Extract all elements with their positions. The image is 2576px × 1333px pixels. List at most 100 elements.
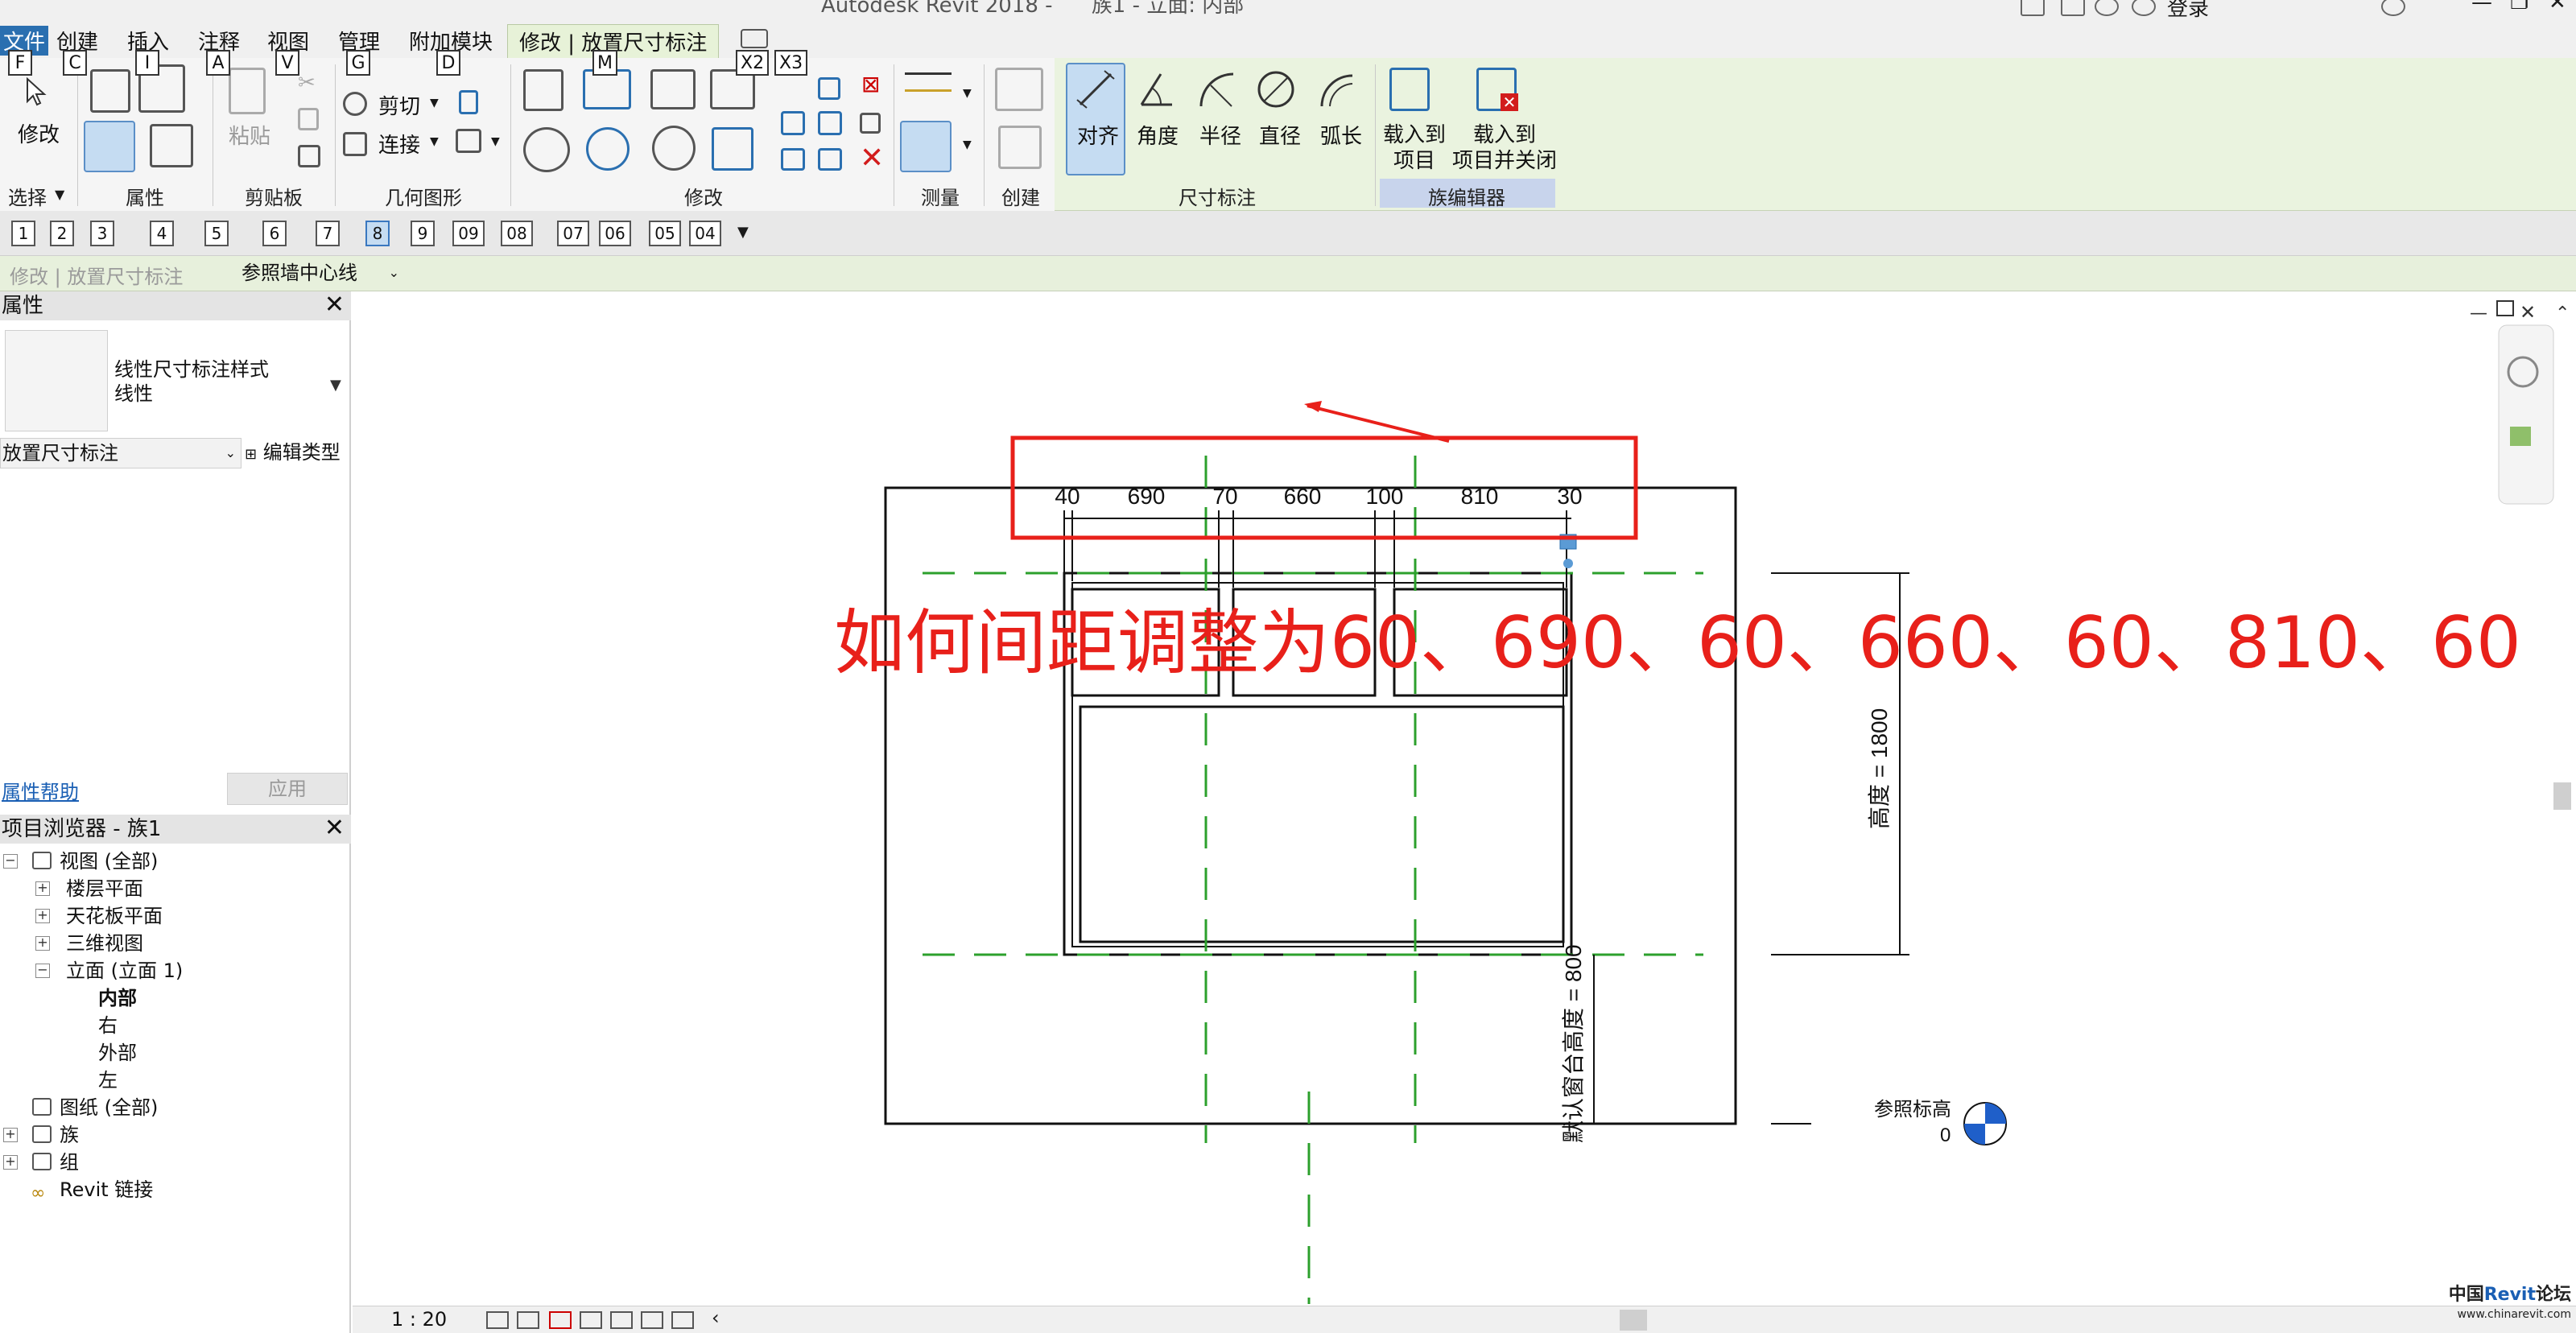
extend-icon[interactable] (818, 148, 842, 171)
qat-keytip-05[interactable]: 05 (649, 221, 681, 246)
pin-icon[interactable]: ⊠ (861, 71, 880, 97)
maximize-icon[interactable]: ❐ (2510, 0, 2529, 14)
tree-item-ceiling-plans[interactable]: 天花板平面 (66, 903, 163, 929)
help-icon[interactable] (2381, 0, 2405, 16)
qat-keytip-1[interactable]: 1 (11, 221, 35, 246)
help-globe-icon[interactable] (2061, 0, 2085, 16)
chevron-down-icon[interactable]: ▼ (330, 377, 341, 394)
instance-filter-select[interactable]: 放置尺寸标注 ⌄ (0, 438, 242, 468)
qat-customize-icon[interactable]: ▼ (737, 224, 749, 241)
paste-button[interactable]: 粘贴 (229, 124, 270, 150)
signin-label[interactable]: 登录 (2167, 0, 2209, 22)
expand-icon[interactable]: + (35, 936, 50, 951)
collapse-icon[interactable]: − (3, 854, 18, 869)
hide-isolate-icon[interactable] (671, 1311, 694, 1329)
tree-item-3d-views[interactable]: 三维视图 (66, 931, 143, 956)
angular-dimension-button[interactable]: 角度 (1137, 124, 1179, 150)
join-geometry-button[interactable]: 连接 (378, 129, 420, 159)
apply-button[interactable]: 应用 (227, 773, 348, 805)
context-menu-icon[interactable] (741, 29, 768, 48)
angular-dimension-icon[interactable] (1137, 69, 1177, 109)
qat-keytip-3[interactable]: 3 (90, 221, 114, 246)
tree-item-revit-links[interactable]: Revit 链接 (60, 1177, 153, 1203)
qat-keytip-6[interactable]: 6 (262, 221, 287, 246)
horizontal-scrollbar-thumb[interactable] (1620, 1310, 1647, 1331)
qat-keytip-8[interactable]: 8 (365, 221, 390, 246)
crop-view-icon[interactable] (610, 1311, 633, 1329)
tree-item-sheets[interactable]: 图纸 (全部) (60, 1095, 158, 1120)
chevron-left-icon[interactable]: ‹ (712, 1306, 720, 1329)
collapse-icon[interactable]: − (35, 964, 50, 978)
copy-element-icon[interactable] (586, 127, 630, 171)
search-icon[interactable] (2021, 0, 2045, 16)
qat-keytip-5[interactable]: 5 (204, 221, 229, 246)
qat-keytip-2[interactable]: 2 (50, 221, 74, 246)
delete-icon[interactable]: ✕ (860, 142, 884, 175)
qat-keytip-08[interactable]: 08 (501, 221, 533, 246)
close-icon[interactable]: ✕ (324, 291, 345, 319)
cut-geometry-icon[interactable] (343, 92, 367, 116)
modify-button[interactable]: 修改 (18, 122, 60, 148)
cursor-icon[interactable] (24, 76, 48, 106)
expand-icon[interactable]: + (3, 1155, 18, 1170)
paste-icon[interactable] (229, 68, 266, 114)
move-icon[interactable] (523, 127, 570, 172)
load-into-project-button[interactable]: 载入到 项目 (1383, 122, 1446, 174)
chevron-down-icon[interactable]: ▼ (430, 97, 439, 109)
load-and-close-button[interactable]: 载入到 项目并关闭 (1452, 122, 1557, 174)
qat-keytip-06[interactable]: 06 (599, 221, 631, 246)
trim-extend-icon[interactable] (712, 127, 753, 171)
shadows-icon[interactable] (580, 1311, 602, 1329)
measure-dimension-icon[interactable] (900, 121, 952, 172)
properties-help-link[interactable]: 属性帮助 (2, 776, 79, 804)
create-similar-icon[interactable] (998, 126, 1042, 169)
tree-item-exterior[interactable]: 外部 (98, 1040, 137, 1066)
minimize-icon[interactable]: — (2471, 0, 2492, 14)
split-element-icon[interactable] (818, 77, 840, 100)
tree-item-interior[interactable]: 内部 (98, 985, 137, 1011)
diameter-dimension-icon[interactable] (1256, 69, 1296, 109)
expand-icon[interactable]: + (35, 909, 50, 923)
chevron-down-icon[interactable]: ▼ (55, 187, 64, 202)
chevron-down-icon[interactable]: ▼ (963, 87, 972, 100)
elevation-drawing[interactable]: — ✕ ⌃ 40 690 70 660 100 810 30 高度 = 1800… (353, 291, 2576, 1306)
arc-length-dimension-button[interactable]: 弧长 (1320, 124, 1362, 150)
qat-keytip-07[interactable]: 07 (557, 221, 589, 246)
wall-join-icon[interactable] (459, 90, 478, 114)
mirror-axis-icon[interactable] (650, 69, 696, 109)
tree-item-families[interactable]: 族 (60, 1122, 79, 1148)
trim-multiple-icon[interactable] (781, 148, 805, 171)
qat-keytip-09[interactable]: 09 (452, 221, 485, 246)
qat-keytip-04[interactable]: 04 (689, 221, 721, 246)
copy-icon[interactable] (298, 108, 319, 130)
chevron-down-icon[interactable]: ▼ (963, 138, 972, 151)
user-icon[interactable] (2132, 0, 2156, 16)
diameter-dimension-button[interactable]: 直径 (1259, 124, 1301, 150)
tree-item-left[interactable]: 左 (98, 1067, 118, 1093)
array-icon[interactable] (781, 111, 805, 135)
cut-geometry-button[interactable]: 剪切 (378, 90, 420, 120)
drawing-canvas[interactable]: — ✕ ⌃ 40 690 70 660 100 810 30 高度 = 1800… (353, 291, 2576, 1306)
family-category-icon[interactable] (150, 124, 193, 167)
align-icon[interactable] (523, 69, 564, 111)
aligned-dimension-button[interactable]: 对齐 (1077, 124, 1119, 150)
type-selector[interactable]: 线性尺寸标注样式 线性 (114, 357, 269, 406)
select-panel-label[interactable]: 选择 (8, 182, 47, 210)
tree-item-right[interactable]: 右 (98, 1013, 118, 1038)
measure-distance-icon[interactable] (905, 72, 952, 92)
tree-item-groups[interactable]: 组 (60, 1149, 79, 1175)
view-scale[interactable]: 1 : 20 (391, 1308, 447, 1331)
reference-preference-select[interactable]: 参照墙中心线 ⌄ (233, 258, 402, 290)
expand-icon[interactable]: + (3, 1128, 18, 1142)
aligned-dimension-icon[interactable] (1075, 69, 1116, 109)
rotate-icon[interactable] (652, 126, 696, 171)
visual-style-icon[interactable] (517, 1311, 539, 1329)
show-crop-icon[interactable] (641, 1311, 663, 1329)
cut-icon[interactable]: ✂ (298, 71, 316, 95)
create-group-icon[interactable] (995, 68, 1043, 111)
family-types-icon[interactable] (90, 69, 130, 113)
qat-keytip-9[interactable]: 9 (411, 221, 435, 246)
sun-path-icon[interactable] (549, 1311, 572, 1329)
radial-dimension-icon[interactable] (1196, 69, 1236, 109)
load-into-project-icon[interactable] (1389, 68, 1430, 111)
